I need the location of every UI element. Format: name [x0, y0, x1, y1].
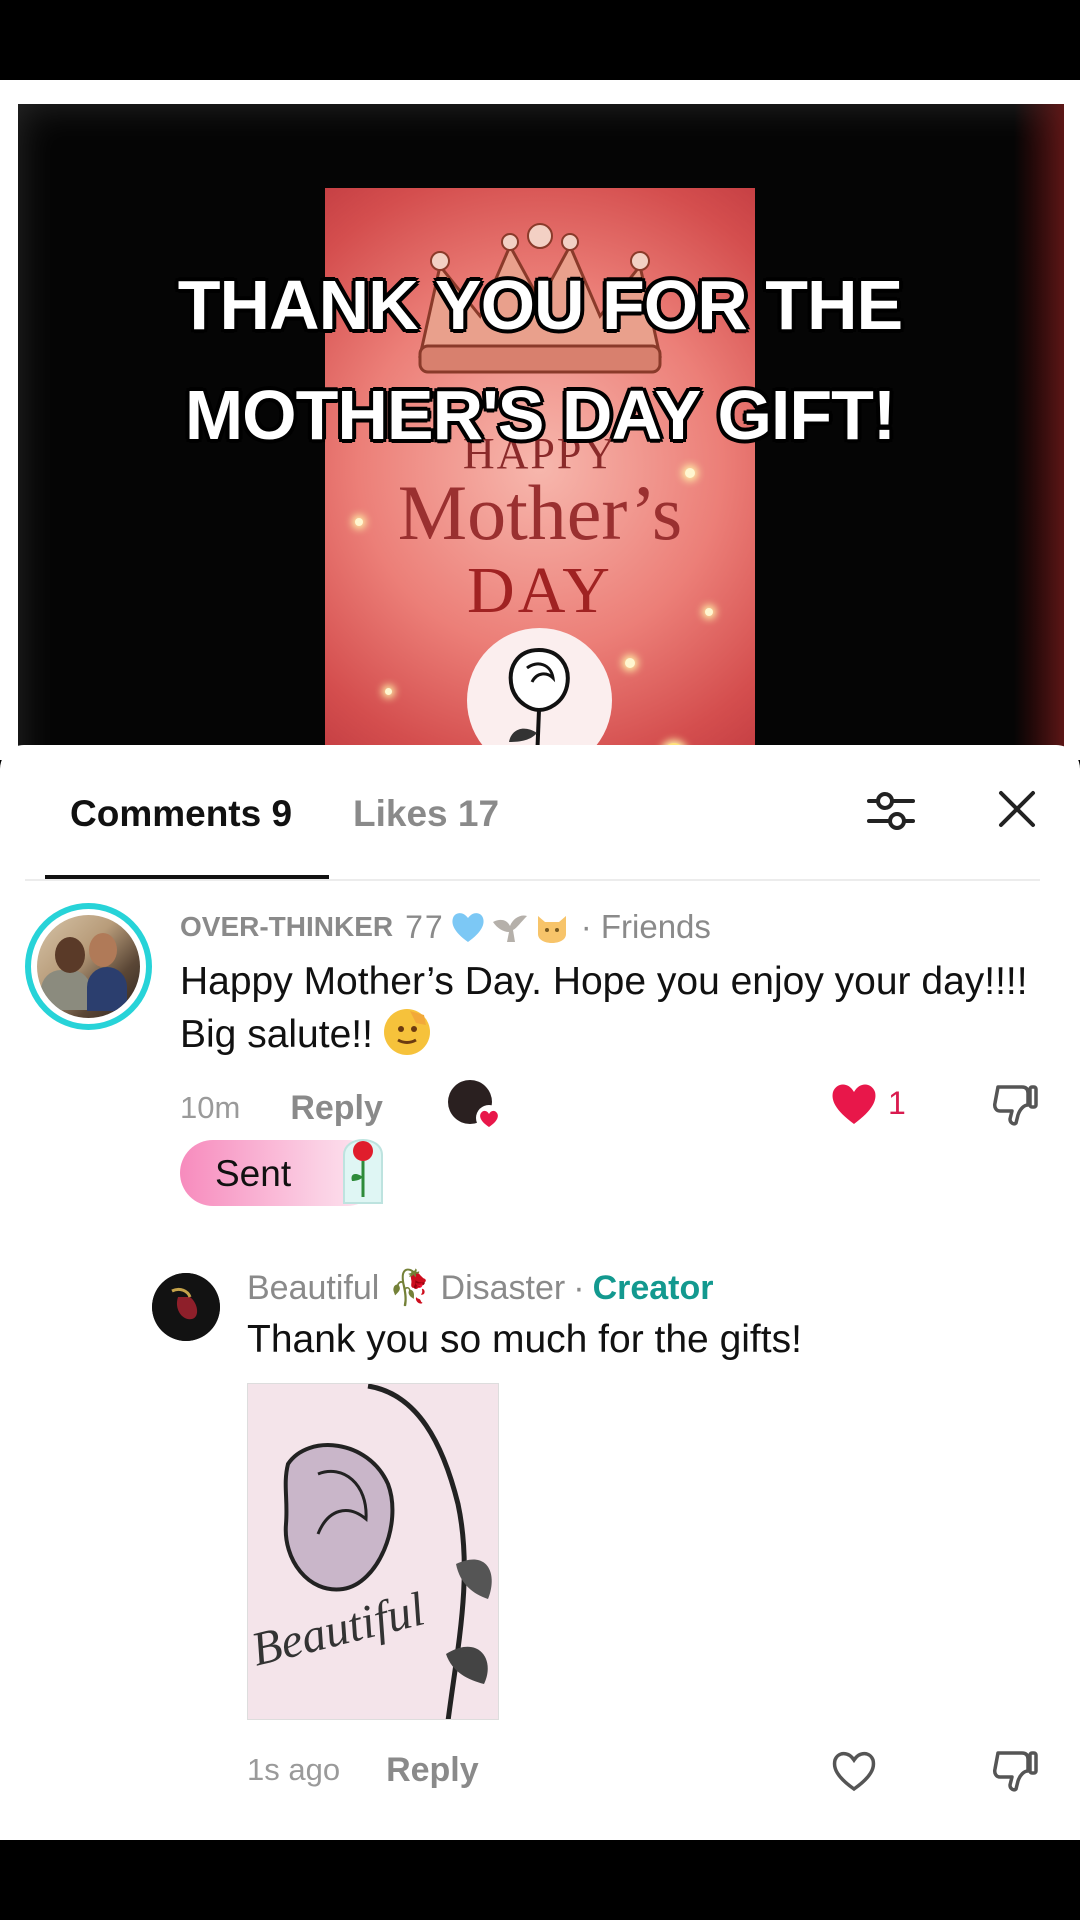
heart-outline-icon[interactable] — [829, 1747, 879, 1793]
comment-author-row: OVER-THINKER 77 · Friends — [180, 905, 711, 949]
comment-text: Happy Mother’s Day. Hope you enjoy your … — [180, 960, 1028, 1056]
tab-likes[interactable]: Likes 17 — [353, 793, 499, 835]
comment-timestamp: 10m — [180, 1090, 241, 1125]
caption-line-2: MOTHER'S DAY GIFT! — [184, 376, 896, 454]
gift-sent-label: Sent — [215, 1153, 292, 1194]
reply-username[interactable]: Beautiful 🥀 Disaster — [247, 1268, 565, 1308]
video-player[interactable]: HAPPY Mother’s DAY THANK YOU FOR THE MOT… — [0, 80, 1080, 760]
filter-icon[interactable] — [865, 785, 917, 837]
comment-username-suffix: 77 — [405, 908, 445, 945]
creator-badge: Creator — [592, 1268, 714, 1307]
sparkle — [355, 518, 363, 526]
close-icon[interactable] — [995, 787, 1039, 831]
like-heart-icon[interactable] — [829, 1080, 879, 1126]
sparkle — [705, 608, 713, 616]
reply-author-row: Beautiful 🥀 Disaster · Creator — [247, 1265, 714, 1311]
separator-dot: · — [573, 1268, 585, 1307]
comment-body: Happy Mother’s Day. Hope you enjoy your … — [180, 955, 1040, 1061]
reply-text: Thank you so much for the gifts! — [247, 1318, 802, 1361]
tabs-divider — [25, 879, 1040, 881]
dislike-icon[interactable] — [990, 1745, 1040, 1795]
rose-emblem — [467, 628, 612, 760]
poster-mothers-text: Mother’s — [397, 469, 683, 556]
comments-sheet: Comments 9 Likes 17 OVER-THINKER 77 · Fr… — [0, 745, 1080, 1840]
sparkle — [385, 688, 392, 695]
creator-liked-heart-icon — [476, 1105, 502, 1131]
sparkle — [625, 658, 635, 668]
video-caption: THANK YOU FOR THE MOTHER'S DAY GIFT! — [0, 250, 1080, 470]
reply-timestamp: 1s ago — [247, 1752, 341, 1787]
reply-reply-button[interactable]: Reply — [386, 1751, 479, 1790]
reply-meta: 1s ago Reply — [247, 1745, 479, 1795]
caption-line-1: THANK YOU FOR THE — [177, 266, 904, 344]
friends-label: · Friends — [580, 908, 711, 945]
rose-gift-icon — [343, 1139, 383, 1204]
blue-heart-icon — [449, 908, 487, 946]
tab-comments[interactable]: Comments 9 — [70, 793, 292, 835]
rose-icon — [508, 647, 570, 760]
poster-day-text: DAY — [467, 554, 613, 627]
comment-username[interactable]: OVER-THINKER — [180, 911, 393, 943]
eagle-icon — [491, 908, 529, 946]
reply-button[interactable]: Reply — [290, 1089, 383, 1128]
status-bar — [0, 0, 1080, 80]
creator-avatar[interactable] — [152, 1273, 220, 1341]
comments-tabs: Comments 9 Likes 17 — [0, 745, 1080, 881]
salute-emoji-icon — [383, 1009, 430, 1055]
cat-face-icon — [533, 908, 571, 946]
reply-sticker-image[interactable]: Beautiful — [247, 1383, 499, 1720]
avatar[interactable] — [25, 903, 152, 1030]
dislike-icon[interactable] — [990, 1079, 1040, 1129]
like-count: 1 — [888, 1085, 906, 1121]
navigation-bar — [0, 1840, 1080, 1920]
